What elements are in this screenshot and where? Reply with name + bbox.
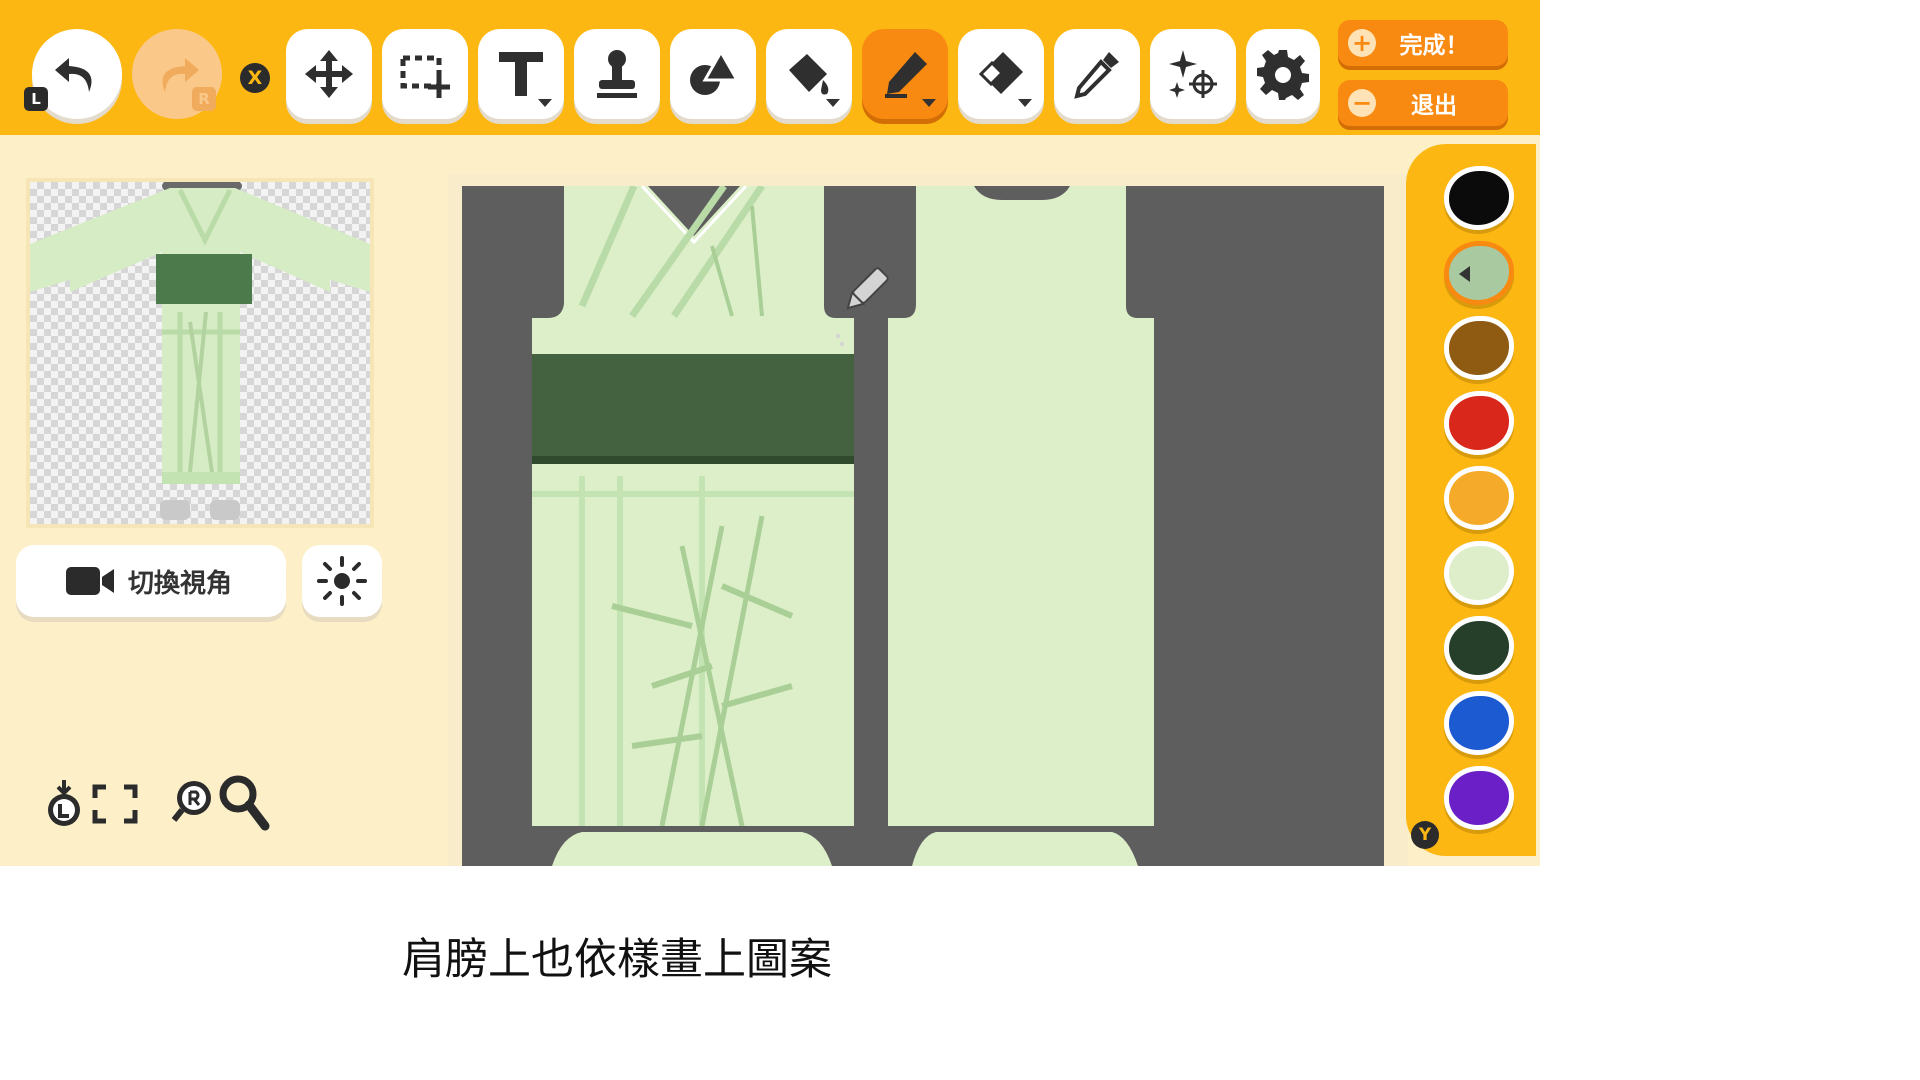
caption-text: 肩膀上也依樣畫上圖案 <box>402 935 832 985</box>
sparkle-target-icon <box>1169 50 1217 98</box>
switch-view-button[interactable]: 切換視角 <box>16 545 286 617</box>
text-options-caret <box>538 99 552 107</box>
zoom-reset-l-icon[interactable] <box>42 778 86 828</box>
lighting-button[interactable] <box>302 545 382 617</box>
eraser-options-caret <box>1018 99 1032 107</box>
text-tool-button[interactable] <box>478 29 564 119</box>
move-tool-button[interactable] <box>286 29 372 119</box>
text-tool-icon <box>499 52 543 96</box>
magnifier-icon[interactable] <box>218 774 270 832</box>
select-tool-button[interactable] <box>382 29 468 119</box>
x-button-icon[interactable]: X <box>240 63 270 93</box>
pen-icon <box>885 52 927 98</box>
video-camera-icon <box>66 567 114 595</box>
3d-preview[interactable] <box>26 178 374 528</box>
pen-tool-button[interactable] <box>862 29 948 119</box>
settings-button[interactable] <box>1246 29 1320 119</box>
marquee-select-icon <box>400 55 450 98</box>
zoom-r-icon[interactable] <box>170 778 214 828</box>
stamp-tool-button[interactable] <box>574 29 660 119</box>
eyedropper-icon <box>1074 52 1119 99</box>
undo-button[interactable]: L <box>24 29 122 119</box>
y-button-icon[interactable]: Y <box>1411 821 1439 849</box>
sun-icon <box>317 556 367 606</box>
stamp-icon <box>597 50 637 98</box>
paint-bucket-icon <box>789 54 829 95</box>
plus-icon: + <box>1348 29 1376 57</box>
selected-arrow-icon <box>1459 266 1470 282</box>
move-cross-arrows-icon <box>305 50 353 98</box>
fill-tool-button[interactable] <box>766 29 852 119</box>
drawing-canvas[interactable] <box>462 186 1384 866</box>
eyedropper-tool-button[interactable] <box>1054 29 1140 119</box>
undo-arrow-icon <box>55 58 92 92</box>
shapes-tool-button[interactable] <box>670 29 756 119</box>
eraser-icon <box>978 52 1023 94</box>
toolbar: L R X + 完成！ − 退出 <box>0 0 1540 135</box>
fill-options-caret <box>826 99 840 107</box>
stage: L R X + 完成！ − 退出 切換視角 Y 肩膀上也依樣畫上圖案 <box>0 0 1920 1080</box>
gear-icon <box>1257 50 1309 100</box>
design-editor: L R X + 完成！ − 退出 切換視角 Y <box>0 0 1540 866</box>
kimono-model-preview <box>30 182 370 520</box>
done-button[interactable]: + 完成！ <box>1338 20 1508 66</box>
effects-tool-button[interactable] <box>1150 29 1236 119</box>
l-key-badge: L <box>24 87 48 111</box>
r-key-badge: R <box>192 87 216 111</box>
switch-view-label: 切換視角 <box>128 568 233 599</box>
fullscreen-icon[interactable] <box>92 784 138 824</box>
kimono-pattern-template <box>532 186 1154 866</box>
eraser-tool-button[interactable] <box>958 29 1044 119</box>
redo-button[interactable]: R <box>132 29 222 119</box>
shapes-icon <box>690 48 740 95</box>
exit-label: 退出 <box>1411 93 1457 119</box>
pen-options-caret <box>922 99 936 107</box>
minus-icon: − <box>1348 89 1376 117</box>
exit-button[interactable]: − 退出 <box>1338 80 1508 126</box>
pen-cursor-icon <box>846 267 889 310</box>
done-label: 完成！ <box>1399 33 1469 59</box>
